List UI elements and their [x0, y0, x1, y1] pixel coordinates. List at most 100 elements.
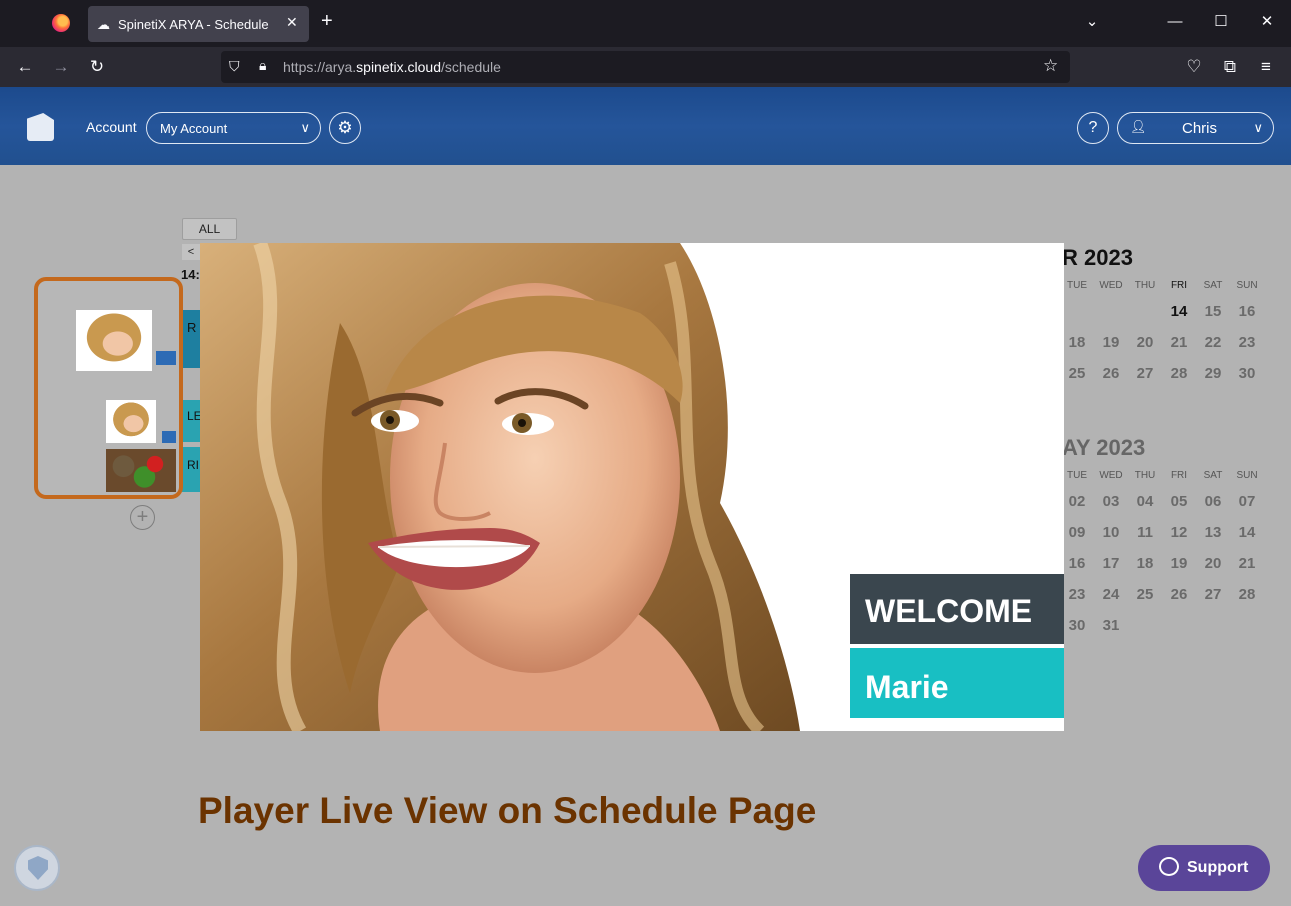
- weekday-label: FRI: [1170, 470, 1188, 481]
- schedule-row[interactable]: LE: [182, 400, 202, 442]
- schedule-row[interactable]: RI: [182, 447, 202, 492]
- calendar-day[interactable]: 05: [1162, 493, 1196, 510]
- url-text[interactable]: https://arya.spinetix.cloud/schedule: [283, 59, 501, 75]
- url-domain: spinetix.cloud: [356, 59, 441, 75]
- playlist-panel[interactable]: [34, 277, 183, 499]
- calendar-day-today[interactable]: 14: [1162, 303, 1196, 320]
- weekday-label: THU: [1134, 280, 1156, 291]
- close-tab-icon[interactable]: ✕: [286, 14, 298, 31]
- browser-tab-bar: ☁ SpinetiX ARYA - Schedule ✕ + ⌄ — ☐ ✕: [0, 0, 1291, 47]
- extensions-icon[interactable]: ⧉: [1218, 56, 1242, 78]
- new-tab-icon[interactable]: +: [321, 11, 333, 31]
- menu-icon[interactable]: ≡: [1254, 56, 1278, 78]
- account-select-value: My Account: [160, 121, 228, 136]
- calendar-day[interactable]: 13: [1196, 524, 1230, 541]
- player-live-view[interactable]: WELCOME Marie: [200, 243, 1064, 731]
- close-window-icon[interactable]: ✕: [1252, 12, 1282, 32]
- help-button[interactable]: ?: [1077, 112, 1109, 144]
- calendar-day[interactable]: 18: [1060, 334, 1094, 351]
- calendar-day[interactable]: 07: [1230, 493, 1264, 510]
- browser-tab-active[interactable]: ☁ SpinetiX ARYA - Schedule ✕: [88, 6, 309, 42]
- calendar-day[interactable]: 14: [1230, 524, 1264, 541]
- user-menu-button[interactable]: 👤︎ Chris ∨: [1117, 112, 1274, 144]
- calendar-day[interactable]: 20: [1196, 555, 1230, 572]
- welcome-banner: WELCOME: [850, 574, 1064, 644]
- content-thumbnail[interactable]: [106, 449, 176, 492]
- weekday-label: TUE: [1067, 470, 1087, 481]
- calendar-day[interactable]: 23: [1230, 334, 1264, 351]
- calendar-day[interactable]: 25: [1060, 365, 1094, 382]
- settings-gear-button[interactable]: ⚙: [329, 112, 361, 144]
- calendar-day[interactable]: 31: [1094, 617, 1128, 634]
- weekday-label: SUN: [1236, 470, 1258, 481]
- calendar-day[interactable]: 16: [1060, 555, 1094, 572]
- calendar-day[interactable]: 16: [1230, 303, 1264, 320]
- weekday-label: WED: [1099, 280, 1123, 291]
- calendar-day[interactable]: 26: [1162, 586, 1196, 603]
- calendar-day[interactable]: 20: [1128, 334, 1162, 351]
- url-path: /schedule: [440, 59, 501, 75]
- maximize-icon[interactable]: ☐: [1206, 12, 1236, 32]
- calendar-day[interactable]: 03: [1094, 493, 1128, 510]
- calendar-day[interactable]: 24: [1094, 586, 1128, 603]
- forward-icon[interactable]: →: [49, 56, 73, 78]
- app-header: Account My Account ∨ ⚙ ? 👤︎ Chris ∨: [0, 87, 1291, 165]
- schedule-row[interactable]: R: [182, 310, 202, 368]
- browser-nav-bar: ← → ↻ ⛉ 🔒︎ https://arya.spinetix.cloud/s…: [0, 47, 1291, 87]
- bookmark-star-icon[interactable]: ☆: [1043, 56, 1058, 76]
- calendar-day[interactable]: 10: [1094, 524, 1128, 541]
- calendar-day[interactable]: 21: [1162, 334, 1196, 351]
- calendar-day[interactable]: 04: [1128, 493, 1162, 510]
- calendar-day[interactable]: 02: [1060, 493, 1094, 510]
- chevron-down-icon: ∨: [300, 120, 310, 135]
- support-button[interactable]: Support: [1138, 845, 1270, 891]
- content-thumbnail[interactable]: [76, 310, 152, 371]
- calendar-day[interactable]: 11: [1128, 524, 1162, 541]
- weekday-label: THU: [1134, 470, 1156, 481]
- vegetables-image: [106, 449, 176, 492]
- tracking-shield-icon[interactable]: ⛉: [229, 58, 240, 75]
- account-select[interactable]: My Account ∨: [146, 112, 321, 144]
- firefox-icon: [52, 14, 70, 32]
- support-label: Support: [1187, 859, 1249, 876]
- calendar-day[interactable]: 27: [1128, 365, 1162, 382]
- calendar-day[interactable]: 12: [1162, 524, 1196, 541]
- security-shield-badge[interactable]: [14, 845, 60, 891]
- calendar-day[interactable]: 09: [1060, 524, 1094, 541]
- calendar-day[interactable]: 18: [1128, 555, 1162, 572]
- calendar-day[interactable]: 29: [1196, 365, 1230, 382]
- reload-icon[interactable]: ↻: [85, 56, 109, 78]
- tab-list-chevron-icon[interactable]: ⌄: [1077, 12, 1107, 32]
- calendar-day[interactable]: 15: [1196, 303, 1230, 320]
- calendar-day[interactable]: 30: [1060, 617, 1094, 634]
- weekday-label: SUN: [1236, 280, 1258, 291]
- pocket-icon[interactable]: ♡: [1182, 56, 1206, 78]
- calendar-day[interactable]: 17: [1094, 555, 1128, 572]
- url-bar[interactable]: ⛉ 🔒︎ https://arya.spinetix.cloud/schedul…: [221, 51, 1070, 83]
- calendar-day[interactable]: 19: [1094, 334, 1128, 351]
- calendar-day[interactable]: 25: [1128, 586, 1162, 603]
- arya-logo-icon[interactable]: [27, 113, 54, 141]
- calendar-day[interactable]: 28: [1230, 586, 1264, 603]
- calendar-month-title: R 2023: [1062, 245, 1133, 270]
- calendar-day[interactable]: 27: [1196, 586, 1230, 603]
- weekday-label: SAT: [1203, 280, 1223, 291]
- content-thumbnail[interactable]: [106, 400, 156, 443]
- lock-icon[interactable]: 🔒︎: [259, 57, 266, 74]
- calendar-day[interactable]: 26: [1094, 365, 1128, 382]
- calendar-day[interactable]: 19: [1162, 555, 1196, 572]
- previous-arrow-icon[interactable]: <: [182, 244, 200, 260]
- add-content-button[interactable]: +: [130, 505, 155, 530]
- calendar-day[interactable]: 28: [1162, 365, 1196, 382]
- url-prefix: https://arya.: [283, 59, 357, 75]
- calendar-day[interactable]: 30: [1230, 365, 1264, 382]
- minimize-icon[interactable]: —: [1160, 12, 1190, 32]
- chevron-down-icon: ∨: [1253, 120, 1263, 135]
- calendar-day[interactable]: 22: [1196, 334, 1230, 351]
- calendar-day[interactable]: 06: [1196, 493, 1230, 510]
- weekday-label: WED: [1099, 470, 1123, 481]
- filter-all-button[interactable]: ALL: [182, 218, 237, 240]
- calendar-day[interactable]: 23: [1060, 586, 1094, 603]
- calendar-day[interactable]: 21: [1230, 555, 1264, 572]
- back-icon[interactable]: ←: [13, 56, 37, 78]
